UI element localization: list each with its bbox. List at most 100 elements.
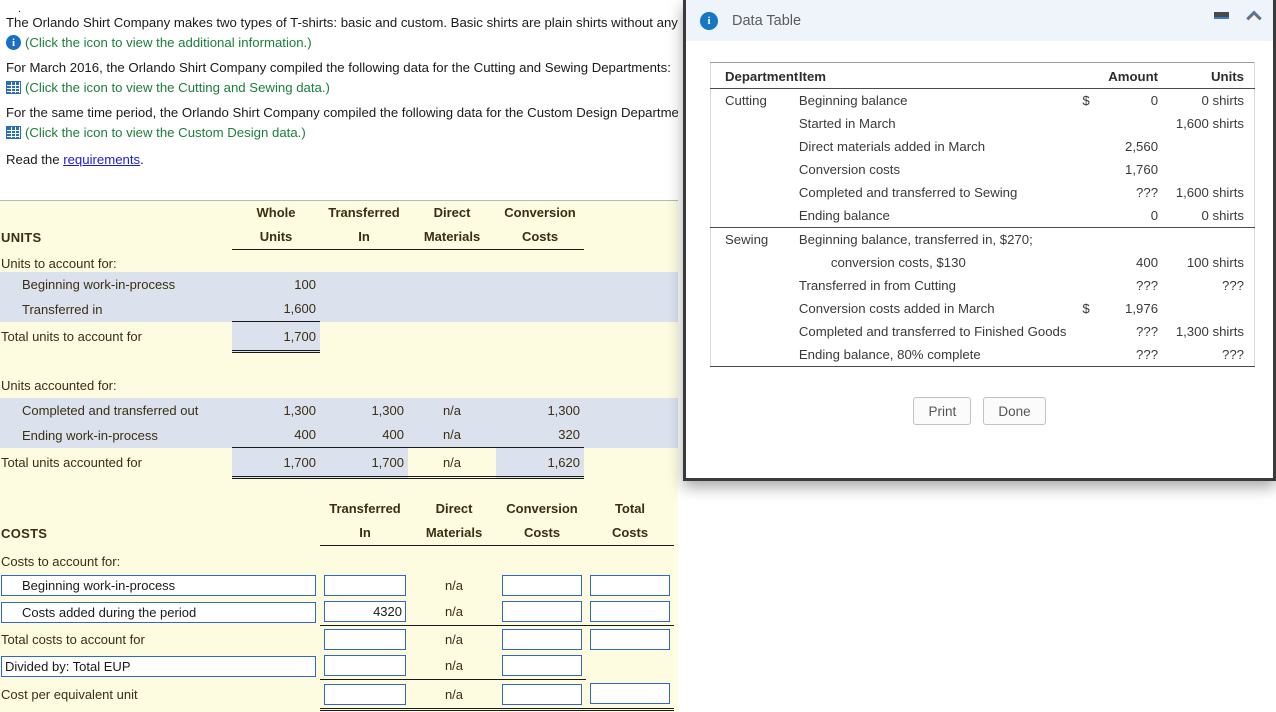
print-button[interactable]: Print	[913, 397, 972, 425]
costs-input-conversion-beginning-wip[interactable]	[502, 574, 582, 596]
chevron-up-icon[interactable]	[1245, 8, 1263, 22]
costs-table: Transferred Direct Conversion Total COST…	[0, 497, 678, 711]
table-grid-icon[interactable]	[6, 81, 21, 94]
costs-cell-total-1	[586, 598, 674, 626]
costs-input-total-total[interactable]	[590, 628, 670, 650]
cell-currency	[1068, 112, 1090, 135]
costs-cell-total-2	[586, 626, 674, 653]
row-label-ending-wip: Ending work-in-process	[0, 422, 232, 448]
units-col-materials-bottom: Materials	[408, 225, 496, 250]
cell-item: Beginning balance	[798, 93, 908, 108]
table-row: Ending balance 0 0 shirts	[711, 204, 1255, 228]
costs-input-conversion-cost-per-eu[interactable]	[502, 683, 582, 705]
cell-amount: ???	[1136, 278, 1159, 293]
dialog-buttons: Print Done	[710, 397, 1249, 425]
costs-cell-total-0	[586, 572, 674, 599]
costs-cell-total-4	[586, 679, 674, 711]
additional-info-caption[interactable]: (Click the icon to view the additional i…	[25, 35, 312, 50]
costs-input-conversion-divided-by[interactable]	[502, 655, 582, 677]
costs-col-materials-bottom: Materials	[410, 521, 498, 546]
cell-department	[711, 274, 799, 297]
custom-design-link-row[interactable]: (Click the icon to view the Custom Desig…	[6, 125, 674, 140]
cell-total-units-to-account-materials	[408, 322, 496, 352]
costs-label-input-beginning-wip[interactable]	[1, 574, 316, 596]
requirements-link[interactable]: requirements	[63, 152, 140, 167]
cell-item: Conversion costs added in March	[798, 301, 995, 316]
costs-label-input-divided-by[interactable]	[1, 655, 316, 677]
costs-cell-conversion-3	[498, 652, 586, 680]
costs-input-transferred-beginning-wip[interactable]	[324, 574, 406, 596]
cell-total-accounted-whole: 1,700	[232, 447, 320, 479]
costs-input-transferred-costs-added[interactable]	[324, 601, 406, 623]
costs-input-total-costs-added[interactable]	[590, 601, 670, 623]
units-col-whole-bottom: Units	[232, 225, 320, 250]
costs-label-input-costs-added[interactable]	[1, 601, 316, 623]
costs-cell-total-3	[586, 653, 674, 680]
custom-design-caption[interactable]: (Click the icon to view the Custom Desig…	[25, 125, 306, 140]
col-department: Department	[710, 62, 799, 89]
cell-total-accounted-conversion: 1,620	[496, 447, 584, 479]
table-grid-icon[interactable]	[6, 126, 21, 139]
costs-cell-materials-0: n/a	[444, 577, 464, 593]
cutting-sewing-caption[interactable]: (Click the icon to view the Cutting and …	[25, 80, 330, 95]
table-row: n/a	[0, 598, 678, 626]
units-accounted-header: Units accounted for:	[1, 378, 117, 393]
cell-beginning-wip-whole: 100	[232, 271, 320, 297]
info-icon[interactable]: i	[6, 35, 21, 50]
costs-input-conversion-costs-added[interactable]	[502, 601, 582, 623]
cell-total-units-to-account-whole: 1,700	[232, 321, 320, 353]
done-button[interactable]: Done	[983, 397, 1046, 425]
minimize-icon[interactable]	[1213, 8, 1231, 22]
costs-input-transferred-total[interactable]	[324, 628, 406, 650]
cell-department	[711, 112, 799, 135]
row-label-total-units-accounted: Total units accounted for	[1, 455, 142, 470]
cell-currency	[1067, 343, 1090, 367]
cell-total-accounted-materials: n/a	[408, 447, 496, 479]
costs-cell-conversion-1	[498, 598, 586, 626]
cell-currency	[1068, 320, 1090, 343]
cutting-sewing-link-row[interactable]: (Click the icon to view the Cutting and …	[6, 80, 674, 95]
cell-beginning-wip-conversion	[496, 272, 584, 297]
table-row: Cost per equivalent unit n/a	[0, 679, 678, 711]
col-amount: Amount	[1089, 62, 1163, 89]
cell-units	[1162, 135, 1254, 158]
col-item: Item	[798, 62, 1068, 89]
cell-currency	[1068, 251, 1090, 274]
table-row: Completed and transferred to Sewing??? 1,…	[711, 181, 1255, 204]
cell-amount: 0	[1150, 93, 1159, 108]
table-row: Cutting Beginning balance $0 0 shirts	[711, 89, 1255, 113]
cell-amount: ???	[1136, 185, 1159, 200]
cell-currency	[1068, 181, 1090, 204]
cell-department: Cutting	[725, 93, 767, 108]
additional-info-link-row[interactable]: i (Click the icon to view the additional…	[6, 35, 674, 50]
costs-input-transferred-cost-per-eu[interactable]	[324, 683, 406, 705]
cell-currency	[1068, 135, 1090, 158]
cell-total-units-to-account-conversion	[496, 322, 584, 352]
costs-col-materials-top: Direct	[435, 501, 473, 516]
cell-amount: 1,976	[1125, 301, 1159, 316]
cell-item: Completed and transferred to Finished Go…	[798, 324, 1067, 339]
costs-input-total-beginning-wip[interactable]	[590, 574, 670, 596]
units-col-conversion-top: Conversion	[504, 205, 576, 220]
cell-item: conversion costs, $130	[830, 255, 966, 270]
cell-units	[1162, 227, 1255, 251]
costs-input-conversion-total[interactable]	[502, 628, 582, 650]
cell-completed-transferred: 1,300	[320, 397, 408, 423]
costs-input-total-cost-per-eu[interactable]	[590, 683, 670, 705]
table-row: Completed and transferred out 1,300 1,30…	[0, 397, 678, 423]
cell-units: 0 shirts	[1201, 93, 1244, 108]
cell-item: Ending balance	[798, 208, 890, 223]
cell-completed-materials: n/a	[442, 402, 462, 418]
cell-transferred-in-conversion	[496, 297, 584, 322]
cell-units: 1,300 shirts	[1175, 324, 1244, 339]
costs-cell-transferred-0	[320, 572, 410, 599]
cell-currency	[1068, 158, 1090, 181]
table-row: Transferred in from Cutting??????	[711, 274, 1255, 297]
units-col-transferred-top: Transferred	[328, 205, 400, 220]
units-header-bottom-row: UNITS Units In Materials Costs	[0, 225, 678, 250]
costs-input-transferred-divided-by[interactable]	[324, 655, 406, 677]
table-row: Completed and transferred to Finished Go…	[711, 320, 1255, 343]
cell-item: Beginning balance, transferred in, $270;	[798, 227, 1068, 251]
table-row: Beginning work-in-process 100	[0, 271, 678, 297]
cell-units: ???	[1162, 343, 1255, 367]
